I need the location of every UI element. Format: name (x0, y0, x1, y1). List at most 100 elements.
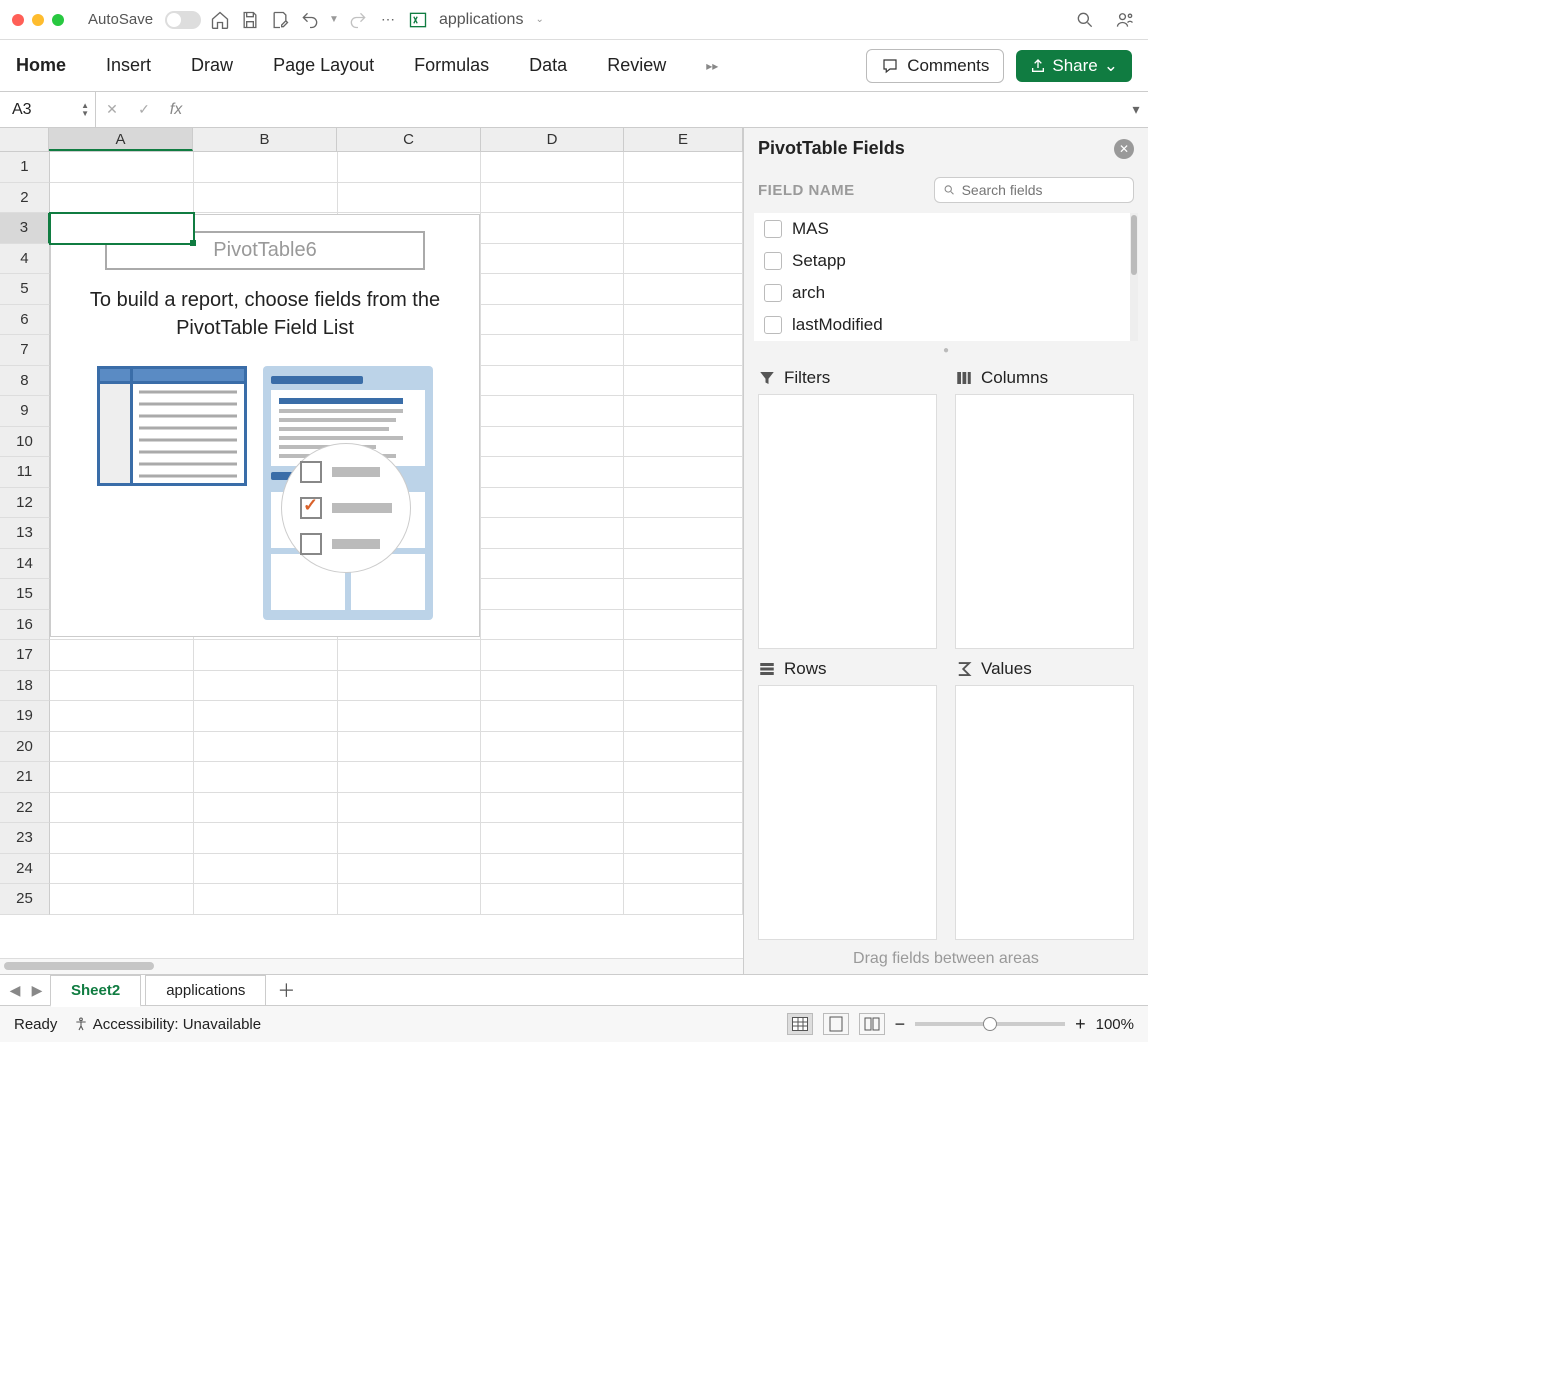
cell[interactable] (194, 671, 338, 702)
row-header[interactable]: 22 (0, 793, 50, 824)
cell[interactable] (194, 183, 338, 214)
field-list[interactable]: MAS Setapp arch lastModified (754, 213, 1138, 341)
cell[interactable] (624, 366, 743, 397)
minimize-window-icon[interactable] (32, 14, 44, 26)
cell[interactable] (338, 183, 482, 214)
cell[interactable] (50, 854, 194, 885)
cell[interactable] (481, 823, 624, 854)
sheet-prev-icon[interactable]: ◀ (6, 982, 24, 999)
save-edit-icon[interactable] (269, 9, 291, 31)
filters-dropzone[interactable] (758, 394, 937, 649)
row-header[interactable]: 2 (0, 183, 50, 214)
tab-page-layout[interactable]: Page Layout (273, 55, 374, 76)
cell[interactable] (624, 427, 743, 458)
formula-input[interactable] (192, 92, 1124, 127)
cell[interactable] (481, 213, 624, 244)
cell[interactable] (481, 640, 624, 671)
cell[interactable] (338, 793, 482, 824)
cell[interactable] (194, 793, 338, 824)
zoom-out-button[interactable]: − (895, 1014, 906, 1035)
rows-dropzone[interactable] (758, 685, 937, 940)
cell[interactable] (50, 701, 194, 732)
cell[interactable] (481, 671, 624, 702)
zoom-window-icon[interactable] (52, 14, 64, 26)
cell[interactable] (624, 793, 743, 824)
row-header[interactable]: 19 (0, 701, 50, 732)
cell[interactable] (481, 274, 624, 305)
row-header[interactable]: 17 (0, 640, 50, 671)
row-header[interactable]: 1 (0, 152, 50, 183)
cell[interactable] (624, 610, 743, 641)
document-name[interactable]: applications (439, 11, 524, 29)
add-sheet-button[interactable]: ＋ (270, 977, 302, 1003)
undo-dropdown-icon[interactable]: ▼ (329, 14, 339, 25)
cell[interactable] (338, 762, 482, 793)
cell[interactable] (481, 305, 624, 336)
row-header[interactable]: 13 (0, 518, 50, 549)
cell[interactable] (481, 427, 624, 458)
cell[interactable] (481, 579, 624, 610)
checkbox-icon[interactable] (764, 252, 782, 270)
cell[interactable] (624, 488, 743, 519)
spreadsheet-grid[interactable]: ABCDE 1234567891011121314151617181920212… (0, 128, 744, 974)
cell[interactable] (194, 823, 338, 854)
row-header[interactable]: 3 (0, 213, 50, 244)
zoom-level[interactable]: 100% (1096, 1016, 1134, 1033)
cell[interactable] (624, 884, 743, 915)
cell[interactable] (481, 884, 624, 915)
cell[interactable] (624, 823, 743, 854)
cell[interactable] (481, 793, 624, 824)
cell[interactable] (624, 732, 743, 763)
cell[interactable] (338, 732, 482, 763)
cell[interactable] (481, 152, 624, 183)
column-header[interactable]: E (624, 128, 743, 151)
cell[interactable] (194, 854, 338, 885)
view-normal-icon[interactable] (787, 1013, 813, 1035)
cell[interactable] (481, 183, 624, 214)
document-dropdown-icon[interactable]: ⌄ (535, 14, 543, 25)
cell[interactable] (50, 671, 194, 702)
tab-draw[interactable]: Draw (191, 55, 233, 76)
cell[interactable] (624, 518, 743, 549)
cell[interactable] (624, 854, 743, 885)
checkbox-icon[interactable] (764, 220, 782, 238)
cell[interactable] (194, 732, 338, 763)
cancel-formula-icon[interactable]: ✕ (96, 92, 128, 127)
column-header[interactable]: D (481, 128, 624, 151)
cell[interactable] (481, 244, 624, 275)
formula-expand-icon[interactable]: ▾ (1124, 101, 1148, 118)
row-header[interactable]: 25 (0, 884, 50, 915)
redo-icon[interactable] (347, 9, 369, 31)
cell[interactable] (50, 183, 194, 214)
cell[interactable] (481, 457, 624, 488)
cell[interactable] (338, 640, 482, 671)
name-box[interactable]: A3 ▲▼ (0, 92, 96, 127)
cell[interactable] (338, 152, 482, 183)
cell[interactable] (624, 457, 743, 488)
search-fields-input[interactable] (934, 177, 1134, 203)
cell[interactable] (624, 701, 743, 732)
cell[interactable] (50, 823, 194, 854)
column-header[interactable]: C (337, 128, 481, 151)
cell[interactable] (624, 549, 743, 580)
cell[interactable] (50, 152, 194, 183)
column-header[interactable]: A (49, 128, 193, 151)
autosave-toggle[interactable] (165, 11, 201, 29)
row-header[interactable]: 11 (0, 457, 50, 488)
filters-area[interactable]: Filters (758, 368, 937, 649)
cell[interactable] (624, 183, 743, 214)
cell[interactable] (624, 762, 743, 793)
cell[interactable] (481, 366, 624, 397)
row-header[interactable]: 5 (0, 274, 50, 305)
cell[interactable] (481, 701, 624, 732)
checkbox-icon[interactable] (764, 284, 782, 302)
search-fields-text[interactable] (962, 182, 1125, 198)
row-header[interactable]: 9 (0, 396, 50, 427)
cell[interactable] (50, 213, 194, 244)
cell[interactable] (481, 610, 624, 641)
row-header[interactable]: 23 (0, 823, 50, 854)
cell[interactable] (194, 640, 338, 671)
cell[interactable] (481, 732, 624, 763)
column-header[interactable]: B (193, 128, 337, 151)
undo-icon[interactable] (299, 9, 321, 31)
